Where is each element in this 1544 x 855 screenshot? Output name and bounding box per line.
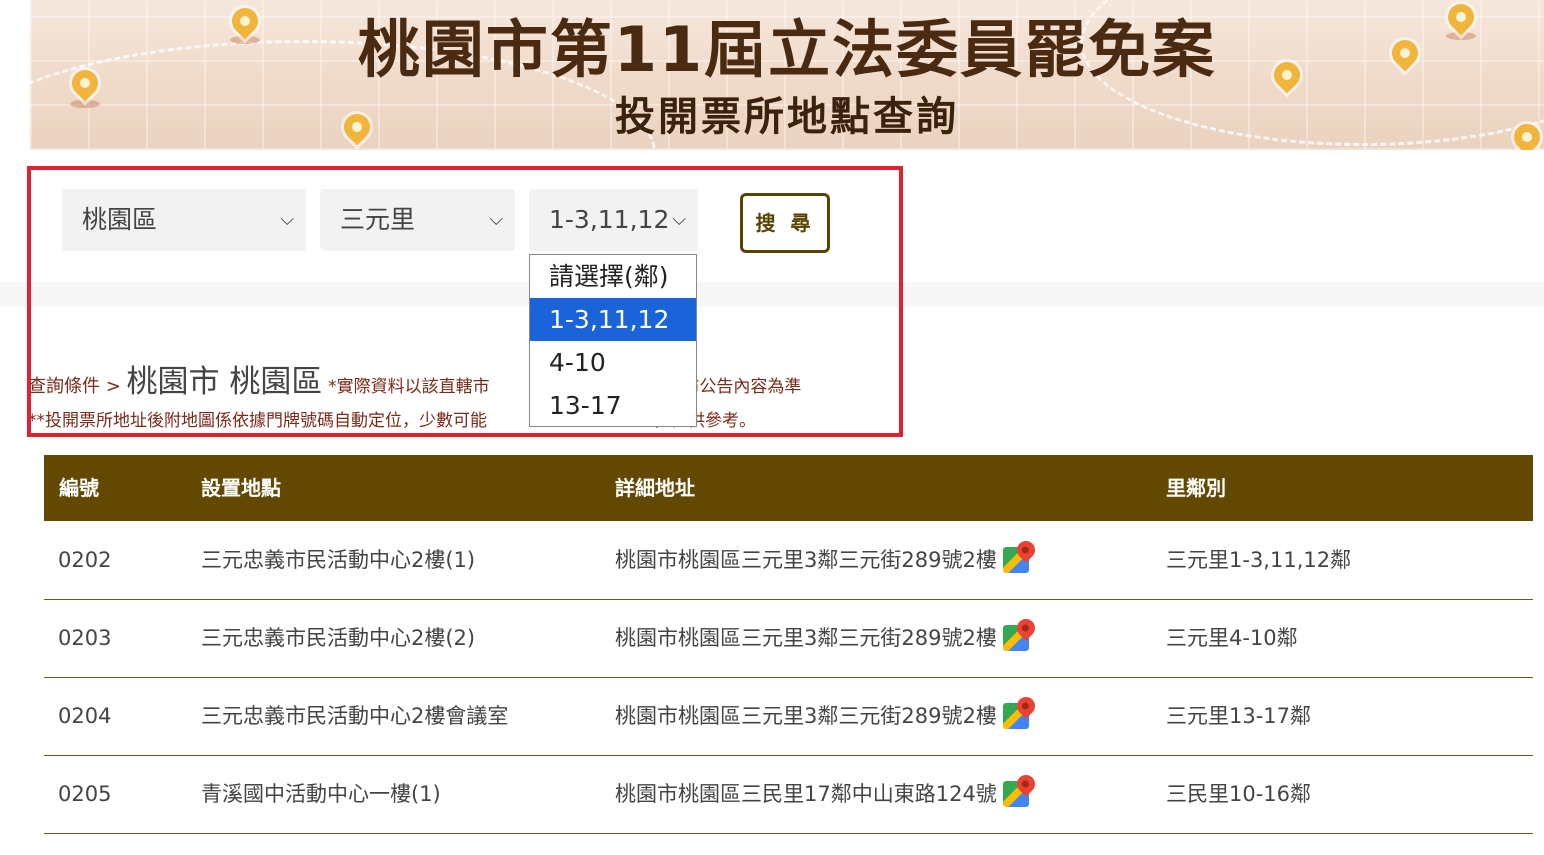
- table-header: 編號 設置地點 詳細地址 里鄰別: [44, 455, 1533, 521]
- cell-id: 0204: [58, 704, 112, 728]
- header-place: 設置地點: [201, 476, 281, 500]
- cell-neighborhood: 三元里4-10鄰: [1166, 626, 1298, 650]
- header-id: 編號: [59, 476, 99, 500]
- cell-place: 三元忠義市民活動中心2樓(2): [201, 626, 476, 650]
- cell-place: 三元忠義市民活動中心2樓會議室: [201, 704, 509, 728]
- table-row: 0202 三元忠義市民活動中心2樓(1) 桃園市桃園區三元里3鄰三元街289號2…: [44, 521, 1533, 621]
- cell-id: 0202: [58, 548, 112, 572]
- google-maps-icon[interactable]: [1002, 771, 1039, 855]
- address-text: 桃園市桃園區三元里3鄰三元街289號2樓: [615, 626, 997, 650]
- google-maps-icon[interactable]: [1002, 615, 1039, 699]
- header-address: 詳細地址: [615, 476, 695, 500]
- address-text: 桃園市桃園區三元里3鄰三元街289號2樓: [615, 704, 997, 728]
- banner: 桃園市第11屆立法委員罷免案 投開票所地點查詢: [30, 0, 1544, 150]
- address-text: 桃園市桃園區三民里17鄰中山東路124號: [615, 782, 997, 806]
- cell-neighborhood: 三元里1-3,11,12鄰: [1166, 548, 1352, 572]
- table-row: 0204 三元忠義市民活動中心2樓會議室 桃園市桃園區三元里3鄰三元街289號2…: [44, 677, 1533, 777]
- cell-address: 桃園市桃園區三元里3鄰三元街289號2樓: [615, 677, 1039, 777]
- cell-id: 0203: [58, 626, 112, 650]
- cell-id: 0205: [58, 782, 112, 806]
- header-neighborhood: 里鄰別: [1166, 476, 1226, 500]
- google-maps-icon[interactable]: [1002, 693, 1039, 777]
- banner-title: 桃園市第11屆立法委員罷免案: [357, 13, 1217, 86]
- cell-address: 桃園市桃園區三元里3鄰三元街289號2樓: [615, 521, 1039, 621]
- cell-address: 桃園市桃園區三民里17鄰中山東路124號: [615, 755, 1039, 855]
- table-row: 0203 三元忠義市民活動中心2樓(2) 桃園市桃園區三元里3鄰三元街289號2…: [44, 599, 1533, 699]
- cell-neighborhood: 三民里10-16鄰: [1166, 782, 1312, 806]
- cell-place: 青溪國中活動中心一樓(1): [201, 782, 441, 806]
- google-maps-icon[interactable]: [1002, 537, 1039, 621]
- banner-subtitle: 投開票所地點查詢: [615, 94, 959, 140]
- table-row: 0205 青溪國中活動中心一樓(1) 桃園市桃園區三民里17鄰中山東路124號 …: [44, 755, 1533, 855]
- cell-neighborhood: 三元里13-17鄰: [1166, 704, 1312, 728]
- cell-place: 三元忠義市民活動中心2樓(1): [201, 548, 476, 572]
- address-text: 桃園市桃園區三元里3鄰三元街289號2樓: [615, 548, 997, 572]
- highlight-box: [27, 166, 903, 437]
- cell-address: 桃園市桃園區三元里3鄰三元街289號2樓: [615, 599, 1039, 699]
